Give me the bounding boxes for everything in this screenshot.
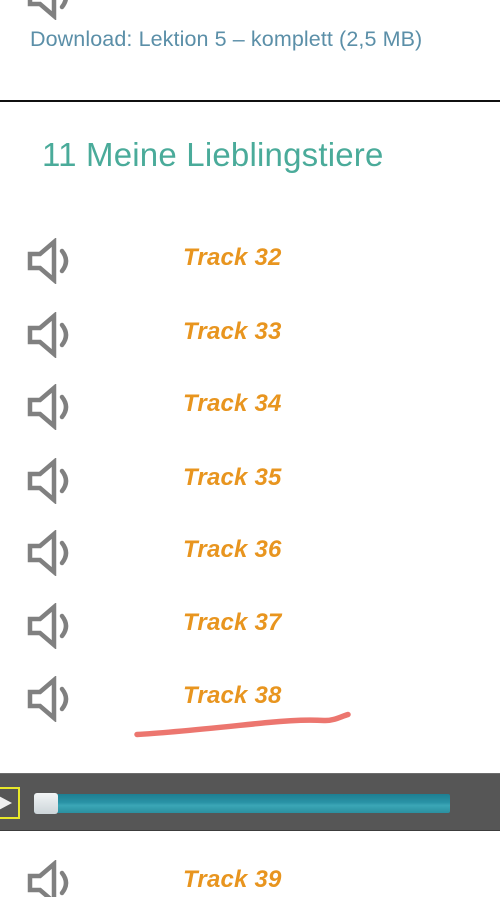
seek-slider[interactable]	[34, 793, 450, 814]
track-row-clipped-bottom: Track 39	[0, 860, 500, 897]
track-row[interactable]: Track 32	[0, 238, 500, 294]
speaker-icon[interactable]	[26, 530, 78, 576]
speaker-icon[interactable]	[26, 458, 78, 504]
audio-player[interactable]	[0, 773, 500, 831]
track-label[interactable]: Track 34	[183, 390, 282, 418]
track-row[interactable]: Track 39	[0, 860, 500, 897]
track-list: Track 32 Track 33 Track 34 Track 35 Trac…	[0, 0, 500, 897]
track-label[interactable]: Track 37	[183, 609, 282, 637]
track-label[interactable]: Track 35	[183, 464, 282, 492]
speaker-icon[interactable]	[26, 603, 78, 649]
speaker-icon[interactable]	[26, 312, 78, 358]
seek-handle[interactable]	[34, 793, 58, 814]
page-root: Download: Lektion 5 – komplett (2,5 MB) …	[0, 0, 500, 897]
track-label[interactable]: Track 32	[183, 244, 282, 272]
track-row[interactable]: Track 38	[0, 676, 500, 732]
play-button[interactable]	[0, 787, 20, 819]
track-label[interactable]: Track 36	[183, 536, 282, 564]
track-row[interactable]: Track 37	[0, 603, 500, 659]
seek-progress-fill	[34, 794, 450, 813]
track-row[interactable]: Track 33	[0, 312, 500, 368]
speaker-icon[interactable]	[26, 860, 78, 897]
track-label[interactable]: Track 33	[183, 318, 282, 346]
speaker-icon[interactable]	[26, 676, 78, 722]
play-triangle-icon	[0, 795, 12, 811]
speaker-icon[interactable]	[26, 384, 78, 430]
speaker-icon[interactable]	[26, 238, 78, 284]
track-label[interactable]: Track 39	[183, 866, 282, 894]
track-row[interactable]: Track 36	[0, 530, 500, 586]
track-row[interactable]: Track 35	[0, 458, 500, 514]
track-label[interactable]: Track 38	[183, 682, 282, 710]
track-row[interactable]: Track 34	[0, 384, 500, 440]
